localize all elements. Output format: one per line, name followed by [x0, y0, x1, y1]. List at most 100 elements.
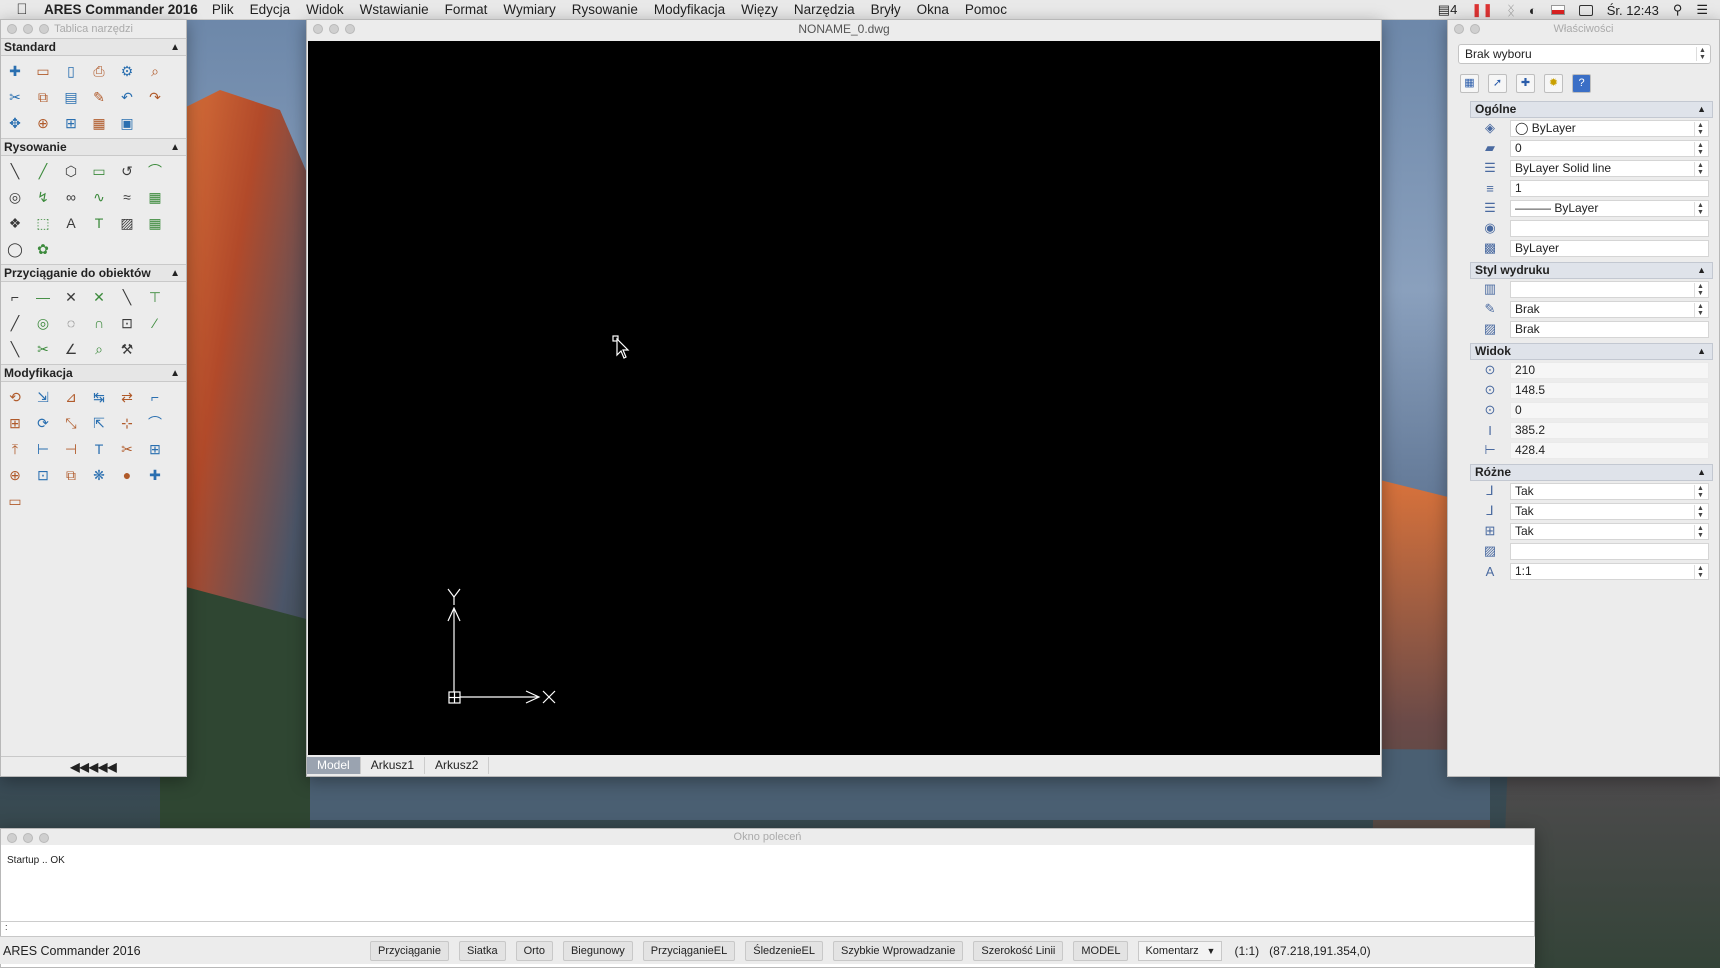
- mirror-icon[interactable]: ↹: [87, 385, 111, 409]
- paste-icon[interactable]: ▤: [59, 85, 83, 109]
- cloud-icon[interactable]: ∞: [59, 185, 83, 209]
- clock[interactable]: Śr. 12:43: [1607, 3, 1659, 18]
- quick-input-button[interactable]: Szybkie Wprowadzanie: [833, 940, 964, 961]
- property-dropdown[interactable]: Brak ▲ ▼: [1510, 300, 1709, 318]
- close-icon[interactable]: [7, 24, 17, 34]
- join-icon[interactable]: ⊣: [59, 437, 83, 461]
- copy-obj-icon[interactable]: ⇲: [31, 385, 55, 409]
- property-dropdown[interactable]: Tak ▲ ▼: [1510, 502, 1709, 520]
- snap-node-icon[interactable]: ⁄: [143, 311, 167, 335]
- property-section-header[interactable]: Różne ▲: [1470, 464, 1713, 481]
- copy-icon[interactable]: ⧉: [31, 85, 55, 109]
- drawing-canvas[interactable]: [308, 41, 1380, 757]
- property-field[interactable]: 0: [1510, 401, 1709, 419]
- rotate-icon[interactable]: ⟳: [31, 411, 55, 435]
- polygon-icon[interactable]: ⬡: [59, 159, 83, 183]
- ortho-button[interactable]: Orto: [515, 940, 553, 961]
- array-icon[interactable]: ⊞: [3, 411, 27, 435]
- property-field[interactable]: [1510, 219, 1709, 237]
- drawing-titlebar[interactable]: NONAME_0.dwg: [307, 20, 1381, 38]
- property-dropdown[interactable]: ▲ ▼: [1510, 280, 1709, 298]
- snap-track-icon[interactable]: ⌕: [87, 337, 111, 361]
- undo-icon[interactable]: ↶: [115, 85, 139, 109]
- property-field[interactable]: 428.4: [1510, 441, 1709, 459]
- point-icon[interactable]: ∿: [87, 185, 111, 209]
- property-field[interactable]: ByLayer: [1510, 239, 1709, 257]
- help-icon[interactable]: ?: [1572, 74, 1591, 93]
- hatch-edit-icon[interactable]: ⧉: [59, 463, 83, 487]
- property-dropdown[interactable]: Tak ▲ ▼: [1510, 482, 1709, 500]
- property-field[interactable]: Brak: [1510, 320, 1709, 338]
- snap-ext-icon[interactable]: ╲: [115, 285, 139, 309]
- menu-narzedzia[interactable]: Narzędzia: [794, 2, 855, 17]
- gear-icon[interactable]: ✿: [31, 237, 55, 261]
- menu-wymiary[interactable]: Wymiary: [503, 2, 555, 17]
- snap-perp-icon[interactable]: ⊤: [143, 285, 167, 309]
- edit-icon[interactable]: ⊕: [3, 463, 27, 487]
- wifi-icon[interactable]: ◐: [1529, 3, 1537, 18]
- toolbox-section-header[interactable]: Przyciąganie do obiektów ▲: [1, 264, 186, 282]
- mtext-icon[interactable]: T: [87, 211, 111, 235]
- menu-edycja[interactable]: Edycja: [250, 2, 291, 17]
- menu-plik[interactable]: Plik: [212, 2, 234, 17]
- property-dropdown[interactable]: ——— ByLayer ▲ ▼: [1510, 199, 1709, 217]
- zoom-icon[interactable]: ⊕: [31, 111, 55, 135]
- curve-icon[interactable]: ≈: [115, 185, 139, 209]
- explode-icon[interactable]: ⊞: [143, 437, 167, 461]
- block-icon[interactable]: ❖: [3, 211, 27, 235]
- esnap-button[interactable]: PrzyciąganieEL: [642, 940, 736, 961]
- snap-tan-icon[interactable]: ∩: [87, 311, 111, 335]
- battery-icon[interactable]: [1578, 4, 1593, 16]
- toolbox-section-header[interactable]: Rysowanie ▲: [1, 138, 186, 156]
- arc-icon[interactable]: ↺: [115, 159, 139, 183]
- close-icon[interactable]: [1454, 24, 1464, 34]
- toolbox-collapse-button[interactable]: ◀◀◀◀◀: [1, 756, 186, 776]
- property-field[interactable]: 210: [1510, 361, 1709, 379]
- spotlight-icon[interactable]: ⚲: [1673, 2, 1683, 18]
- grid-button[interactable]: Siatka: [458, 940, 506, 961]
- ellipse-icon[interactable]: ◯: [3, 237, 27, 261]
- command-titlebar[interactable]: Okno poleceń: [1, 829, 1534, 845]
- property-dropdown[interactable]: ◯ ByLayer ▲ ▼: [1510, 119, 1709, 137]
- snap-angle-icon[interactable]: ∠: [59, 337, 83, 361]
- redo-icon[interactable]: ↷: [143, 85, 167, 109]
- calc-icon[interactable]: ▣: [115, 111, 139, 135]
- select-objects-icon[interactable]: ➚: [1488, 74, 1507, 93]
- zoom-window-icon[interactable]: ⊞: [59, 111, 83, 135]
- property-dropdown[interactable]: Tak ▲ ▼: [1510, 522, 1709, 540]
- layers-icon[interactable]: ▦: [87, 111, 111, 135]
- print-icon[interactable]: ⎙: [87, 59, 111, 83]
- snap-button[interactable]: Przyciąganie: [370, 940, 449, 961]
- save-icon[interactable]: ▯: [59, 59, 83, 83]
- tree-icon[interactable]: ●: [115, 463, 139, 487]
- match-props-icon[interactable]: ✎: [87, 85, 111, 109]
- snap-app-int-icon[interactable]: ✕: [87, 285, 111, 309]
- fillet-icon[interactable]: ⌒: [143, 411, 167, 435]
- group-icon[interactable]: ❋: [87, 463, 111, 487]
- property-field[interactable]: [1510, 542, 1709, 560]
- stretch-icon[interactable]: ⇱: [87, 411, 111, 435]
- table-icon[interactable]: ▦: [143, 211, 167, 235]
- bomb-icon[interactable]: ▭: [3, 489, 27, 513]
- snap-center-icon[interactable]: ◎: [31, 311, 55, 335]
- quick-select-icon[interactable]: ▦: [1460, 74, 1479, 93]
- region-icon[interactable]: ⬚: [31, 211, 55, 235]
- cross-icon[interactable]: ⊡: [31, 463, 55, 487]
- new-icon[interactable]: ✚: [3, 59, 27, 83]
- break-icon[interactable]: ⊢: [31, 437, 55, 461]
- close-icon[interactable]: [7, 833, 17, 843]
- menu-rysowanie[interactable]: Rysowanie: [572, 2, 638, 17]
- menu-format[interactable]: Format: [445, 2, 488, 17]
- toolbox-section-header[interactable]: Modyfikacja ▲: [1, 364, 186, 382]
- snap-end-icon[interactable]: ⌐: [3, 285, 27, 309]
- property-section-header[interactable]: Widok ▲: [1470, 343, 1713, 360]
- properties-titlebar[interactable]: Właściwości: [1448, 20, 1719, 38]
- snap-parallel-icon[interactable]: ╲: [3, 337, 27, 361]
- annotation-dropdown[interactable]: Komentarz ▼: [1138, 940, 1223, 961]
- property-dropdown[interactable]: ByLayer Solid line ▲ ▼: [1510, 159, 1709, 177]
- erase-icon[interactable]: ⟲: [3, 385, 27, 409]
- snap-quad-icon[interactable]: ◌: [59, 311, 83, 335]
- extend-icon[interactable]: ⤒: [3, 437, 27, 461]
- menu-modyfikacja[interactable]: Modyfikacja: [654, 2, 725, 17]
- polar-button[interactable]: Biegunowy: [562, 940, 633, 961]
